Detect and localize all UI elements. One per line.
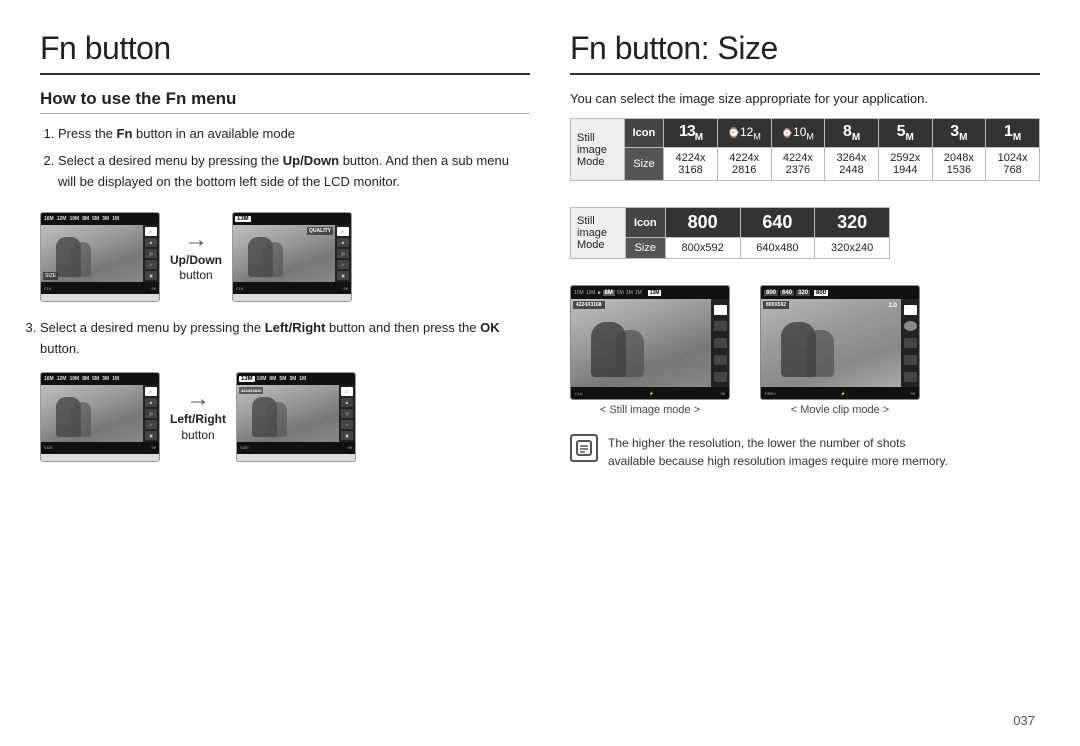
size-table-wrapper: StillimageMode Icon 13M ⌚12M ⌚10M 8M 5M … bbox=[570, 118, 1040, 195]
size-5m: 2592x1944 bbox=[878, 148, 932, 181]
demo-cameras-right: 10M 12M ■ 8M 5M 3M 1M 13M 4224X3168 bbox=[570, 285, 1040, 416]
size-12m: 4224x2816 bbox=[717, 148, 771, 181]
right-column: Fn button: Size You can select the image… bbox=[570, 30, 1040, 726]
size-label: Size bbox=[624, 148, 664, 181]
left-column: Fn button How to use the Fn menu Press t… bbox=[40, 30, 530, 726]
note-icon bbox=[570, 434, 598, 462]
size-640: 640x480 bbox=[740, 238, 815, 259]
note-line1: The higher the resolution, the lower the… bbox=[608, 436, 906, 450]
note-text: The higher the resolution, the lower the… bbox=[608, 434, 948, 470]
note-box: The higher the resolution, the lower the… bbox=[570, 434, 1040, 470]
updown-demo-row: 16M 12M 10M 8M 5M 3M 1M SIZE bbox=[40, 212, 530, 302]
size-label2: Size bbox=[625, 238, 665, 259]
intro-text: You can select the image size appropriat… bbox=[570, 91, 1040, 106]
size-8m: 3264x2448 bbox=[825, 148, 879, 181]
updown-arrow: Up/Down button bbox=[170, 231, 222, 284]
step3-ok-bold: OK bbox=[480, 320, 500, 335]
size-table-high: StillimageMode Icon 13M ⌚12M ⌚10M 8M 5M … bbox=[570, 118, 1040, 181]
step3-leftright-bold: Left/Right bbox=[265, 320, 326, 335]
page-number: 037 bbox=[1013, 713, 1035, 728]
left-title: Fn button bbox=[40, 30, 530, 67]
step1: Press the Fn button in an available mode bbox=[58, 124, 530, 145]
leftright-demo-row: 16M 12M 10M 8M 5M 3M 1M bbox=[40, 372, 530, 462]
icon-3m: 3M bbox=[932, 119, 986, 148]
updown-label-line1: Up/Down bbox=[170, 253, 222, 267]
icon-12m: ⌚12M bbox=[717, 119, 771, 148]
leftright-label-line2: button bbox=[181, 428, 214, 442]
icon-10m: ⌚10M bbox=[771, 119, 825, 148]
icon-640: 640 bbox=[740, 208, 815, 238]
icon-13m: 13M bbox=[664, 119, 718, 148]
still-image-mode-label2: StillimageMode bbox=[571, 208, 626, 259]
movie-mode-caption: < Movie clip mode > bbox=[791, 404, 889, 416]
arrow-right-icon bbox=[181, 231, 211, 249]
note-line2: available because high resolution images… bbox=[608, 454, 948, 468]
arrow-right-icon2 bbox=[183, 390, 213, 408]
size-3m: 2048x1536 bbox=[932, 148, 986, 181]
step3-text: Select a desired menu by pressing the Le… bbox=[40, 318, 530, 360]
right-divider bbox=[570, 73, 1040, 75]
size-800: 800x592 bbox=[665, 238, 740, 259]
icon-header: Icon bbox=[624, 119, 664, 148]
instructions: Press the Fn button in an available mode… bbox=[40, 124, 530, 198]
camera-after-updown: 13M QUALITY ▶ ■ ◎ ☆ bbox=[232, 212, 352, 302]
size-1m: 1024x768 bbox=[986, 148, 1040, 181]
camera-after-leftright: 13M 10M 8M 5M 3M 1M 4224X2816 bbox=[236, 372, 356, 462]
icon-5m: 5M bbox=[878, 119, 932, 148]
step2-updown-bold: Up/Down bbox=[283, 153, 339, 168]
still-mode-demo: 10M 12M ■ 8M 5M 3M 1M 13M 4224X3168 bbox=[570, 285, 730, 416]
size-10m: 4224x2376 bbox=[771, 148, 825, 181]
icon-1m: 1M bbox=[986, 119, 1040, 148]
leftright-label-line1: Left/Right bbox=[170, 412, 226, 426]
size-table-low: StillimageMode Icon 800 640 320 Size 800… bbox=[570, 207, 890, 259]
leftright-label: Left/Right button bbox=[170, 412, 226, 443]
page: Fn button How to use the Fn menu Press t… bbox=[0, 0, 1080, 746]
movie-mode-demo: 800 640 320 800 800X592 2.0 bbox=[760, 285, 920, 416]
icon-320: 320 bbox=[815, 208, 890, 238]
still-mode-camera: 10M 12M ■ 8M 5M 3M 1M 13M 4224X3168 bbox=[570, 285, 730, 400]
icon-header2: Icon bbox=[625, 208, 665, 238]
updown-label: Up/Down button bbox=[170, 253, 222, 284]
camera-before-updown: 16M 12M 10M 8M 5M 3M 1M SIZE bbox=[40, 212, 160, 302]
left-divider bbox=[40, 73, 530, 75]
icon-8m: 8M bbox=[825, 119, 879, 148]
right-title: Fn button: Size bbox=[570, 30, 1040, 67]
icon-800: 800 bbox=[665, 208, 740, 238]
size-320: 320x240 bbox=[815, 238, 890, 259]
size-table-low-wrapper: StillimageMode Icon 800 640 320 Size 800… bbox=[570, 207, 1040, 273]
camera-before-leftright: 16M 12M 10M 8M 5M 3M 1M bbox=[40, 372, 160, 462]
leftright-arrow: Left/Right button bbox=[170, 390, 226, 443]
step1-fn-bold: Fn bbox=[117, 126, 133, 141]
size-13m: 4224x3168 bbox=[664, 148, 718, 181]
still-image-mode-label: StillimageMode bbox=[571, 119, 625, 181]
movie-mode-camera: 800 640 320 800 800X592 2.0 bbox=[760, 285, 920, 400]
step2: Select a desired menu by pressing the Up… bbox=[58, 151, 530, 193]
still-mode-caption: < Still image mode > bbox=[600, 404, 700, 416]
updown-label-line2: button bbox=[179, 268, 212, 282]
how-to-title: How to use the Fn menu bbox=[40, 89, 530, 114]
